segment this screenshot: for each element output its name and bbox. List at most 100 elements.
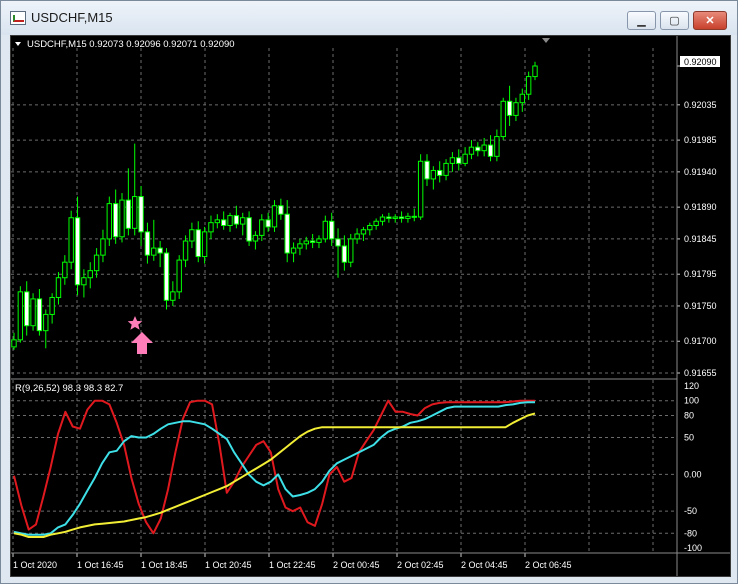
candle-body [233, 215, 240, 225]
axes: 1 Oct 2020 1 Oct 16:45 1 Oct 18:45 1 Oct 20… [12, 65, 717, 570]
candle-body [81, 277, 87, 286]
price-tick-label: 0.92035 [684, 100, 717, 110]
candle-body [475, 146, 481, 152]
candle-body [36, 298, 43, 332]
candle-body [157, 247, 163, 254]
candle-body [284, 213, 290, 254]
candle-body [468, 146, 475, 155]
indicator-tick-label: -80 [684, 528, 697, 538]
candle-body [456, 157, 462, 164]
candle-body [487, 144, 494, 157]
candle-body [208, 222, 214, 233]
candle-body [214, 219, 221, 224]
candle-body [30, 298, 36, 327]
header-row: USDCHF,M15 0.92073 0.92096 0.92071 0.920… [15, 39, 235, 50]
candle-body [430, 169, 437, 180]
candle-body [11, 339, 17, 348]
indicator-series-line [13, 399, 535, 535]
candle-body [506, 100, 513, 116]
candle-body [24, 291, 30, 327]
time-label: 2 Oct 02:45 [397, 560, 444, 570]
time-label: 1 Oct 2020 [13, 560, 57, 570]
price-tick-label: 0.91940 [684, 167, 717, 177]
candle-body [309, 240, 316, 243]
current-price-label: 0.92090 [684, 57, 717, 67]
candle-body [449, 157, 456, 164]
candle-body [379, 216, 386, 222]
maximize-button[interactable]: ▢ [660, 11, 689, 30]
price-tick-label: 0.91985 [684, 135, 717, 145]
minimize-button[interactable]: ▁ [627, 11, 656, 30]
chart-area[interactable]: 1 Oct 2020 1 Oct 16:45 1 Oct 18:45 1 Oct 20… [10, 35, 731, 577]
candle-body [17, 291, 24, 341]
price-tick-label: 0.91655 [684, 368, 717, 378]
candle-body [189, 229, 195, 242]
candle-body [278, 205, 284, 215]
candle-body [297, 243, 303, 249]
candle-body [481, 144, 487, 152]
candle-body [119, 199, 125, 238]
candle-body [112, 203, 119, 238]
close-button[interactable]: ✕ [693, 11, 727, 30]
candle-body [411, 215, 417, 218]
candle-body [201, 231, 208, 258]
candle-body [436, 169, 443, 176]
candle-body [100, 238, 106, 256]
candle-body [386, 216, 392, 219]
star-icon [127, 316, 143, 330]
terminal-window: USDCHF,M15 ▁ ▢ ✕ 1 Oct 2020 1 Oct 16:45 1 … [0, 0, 738, 584]
candle-body [55, 277, 62, 298]
candle-body [170, 291, 176, 301]
candle-body [392, 216, 398, 219]
candle-body [525, 76, 532, 95]
candle-body [87, 270, 93, 279]
candle-body [532, 65, 538, 78]
candle-body [220, 219, 227, 226]
candle-body [513, 102, 519, 116]
candle-body [151, 247, 157, 256]
candle-body [227, 215, 233, 226]
indicator-tick-label: -50 [684, 506, 697, 516]
time-label: 2 Oct 06:45 [525, 560, 572, 570]
price-chart[interactable]: 1 Oct 2020 1 Oct 16:45 1 Oct 18:45 1 Oct 20… [11, 36, 730, 576]
indicator-tick-label: -100 [684, 543, 702, 553]
price-tick-label: 0.91845 [684, 234, 717, 244]
up-arrow-icon [131, 332, 153, 354]
indicator-tick-label: 50 [684, 433, 694, 443]
time-label: 2 Oct 00:45 [333, 560, 380, 570]
candle-body [290, 247, 297, 254]
time-label: 1 Oct 20:45 [205, 560, 252, 570]
price-tick-label: 0.91795 [684, 269, 717, 279]
indicator-label: R(9,26,52) 98.3 98.3 82.7 [15, 383, 123, 394]
indicator-tick-label: 120 [684, 381, 699, 391]
indicator-tick-label: 80 [684, 410, 694, 420]
candle-body [316, 238, 322, 243]
candle-body [303, 240, 309, 245]
candle-body [132, 196, 138, 229]
title-bar[interactable]: USDCHF,M15 ▁ ▢ ✕ [1, 1, 737, 35]
candle-body [144, 231, 151, 256]
candle-body [360, 229, 367, 235]
candle-body [462, 153, 468, 164]
time-label: 2 Oct 04:45 [461, 560, 508, 570]
price-tick-label: 0.91700 [684, 336, 717, 346]
time-label: 1 Oct 22:45 [269, 560, 316, 570]
candle-body [252, 234, 259, 242]
price-tick-label: 0.91890 [684, 202, 717, 212]
candle-body [348, 238, 354, 263]
candle-body [240, 217, 246, 225]
candle-body [519, 93, 525, 104]
time-label: 1 Oct 16:45 [77, 560, 124, 570]
candle-body [106, 203, 113, 240]
candle-body [494, 136, 500, 157]
candle-body [62, 261, 68, 279]
grid-lines [11, 48, 677, 552]
candle-body [335, 238, 341, 247]
shift-marker-icon[interactable] [542, 38, 550, 43]
candle-body [398, 216, 405, 219]
candle-body [93, 254, 100, 272]
candle-body [322, 220, 329, 240]
symbol-dropdown-icon[interactable] [15, 42, 21, 46]
candle-body [354, 233, 360, 240]
candle-body [443, 162, 449, 176]
